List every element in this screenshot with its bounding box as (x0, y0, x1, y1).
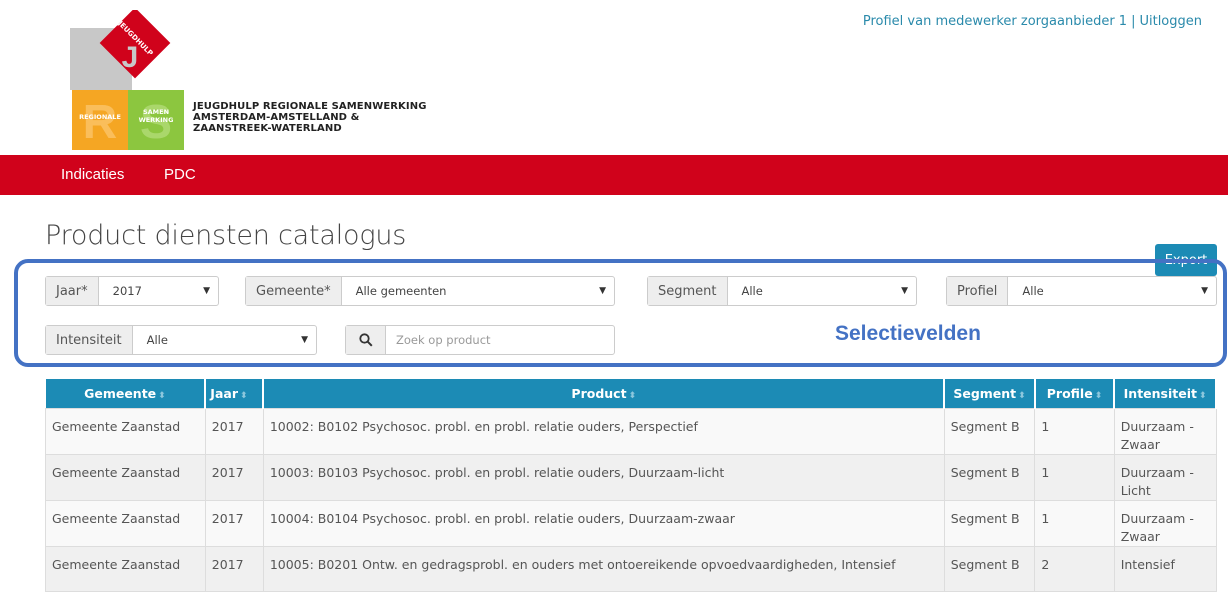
column-header-profile-label: Profile (1046, 385, 1093, 401)
cell-gemeente: Gemeente Zaanstad (45, 499, 206, 547)
table-header-row: Gemeente ⬍ Jaar ⬍ Product ⬍ Segment ⬍ Profil… (45, 379, 1217, 408)
cell-segment: Segment B (943, 545, 1036, 592)
logout-link[interactable]: Uitloggen (1139, 14, 1202, 29)
chevron-down-icon: ▼ (203, 286, 210, 296)
filter-intensiteit-value: Alle (146, 333, 168, 347)
cell-product: 10002: B0102 Psychosoc. probl. en probl.… (262, 407, 945, 455)
sort-icon: ⬍ (239, 390, 248, 401)
sort-icon: ⬍ (628, 390, 637, 401)
logo-letter-j: J (122, 41, 139, 74)
nav-separator: | (1131, 14, 1136, 29)
filter-jaar: Jaar* 2017 ▼ (45, 276, 219, 306)
logo-badge-right-text-2: WERKING (139, 116, 174, 124)
cell-profile: 1 (1034, 407, 1115, 455)
cell-profile: 1 (1034, 499, 1115, 547)
logo-text: JEUGDHULP REGIONALE SAMENWERKING AMSTERD… (193, 101, 427, 134)
cell-gemeente: Gemeente Zaanstad (45, 545, 206, 592)
user-nav: Profiel van medewerker zorgaanbieder 1 | U… (863, 14, 1202, 29)
filter-intensiteit: Intensiteit Alle ▼ (45, 325, 317, 355)
cell-segment: Segment B (943, 499, 1036, 547)
filter-intensiteit-label: Intensiteit (46, 326, 133, 354)
logo-text-line-3: ZAANSTREEK-WATERLAND (193, 123, 342, 134)
chevron-down-icon: ▼ (901, 286, 908, 296)
product-table: Gemeente ⬍ Jaar ⬍ Product ⬍ Segment ⬍ Profil… (45, 379, 1217, 592)
column-header-intensiteit[interactable]: Intensiteit ⬍ (1114, 379, 1217, 408)
search-input[interactable]: Zoek op product (386, 326, 614, 354)
column-header-gemeente[interactable]: Gemeente ⬍ (45, 379, 207, 408)
jrs-logo: JEUGDHULP J R S REGIONALE SAMEN WERKING (70, 10, 184, 150)
column-header-segment[interactable]: Segment ⬍ (944, 379, 1036, 408)
cell-intensiteit: Duurzaam - Licht (1113, 453, 1217, 501)
filter-jaar-select[interactable]: 2017 ▼ (99, 277, 218, 305)
column-header-intensiteit-label: Intensiteit (1123, 385, 1197, 401)
filter-segment-select[interactable]: Alle ▼ (728, 277, 917, 305)
nav-item-indicaties[interactable]: Indicaties (61, 166, 124, 183)
main-navbar: Indicaties PDC (0, 155, 1228, 195)
filter-gemeente-label: Gemeente* (246, 277, 342, 305)
logo-text-line-2: AMSTERDAM-AMSTELLAND & (193, 112, 360, 123)
cell-profile: 2 (1034, 545, 1115, 592)
sort-icon: ⬍ (1018, 390, 1026, 401)
page-title: Product diensten catalogus (45, 220, 407, 251)
cell-profile: 1 (1034, 453, 1115, 501)
nav-item-pdc[interactable]: PDC (164, 166, 196, 183)
filter-profiel: Profiel Alle ▼ (946, 276, 1217, 306)
table-row: Gemeente Zaanstad 2017 10004: B0104 Psyc… (45, 499, 1217, 547)
cell-jaar: 2017 (204, 453, 264, 501)
cell-gemeente: Gemeente Zaanstad (45, 453, 206, 501)
logo-text-line-1: JEUGDHULP REGIONALE SAMENWERKING (193, 101, 427, 112)
logo-badge-left-text: REGIONALE (79, 113, 121, 121)
column-header-jaar[interactable]: Jaar ⬍ (205, 379, 265, 408)
column-header-segment-label: Segment (953, 385, 1017, 401)
column-header-profile[interactable]: Profile ⬍ (1034, 379, 1116, 408)
filter-jaar-value: 2017 (112, 284, 142, 298)
cell-product: 10004: B0104 Psychosoc. probl. en probl.… (262, 499, 945, 547)
product-search: Zoek op product (345, 325, 615, 355)
profile-link[interactable]: Profiel van medewerker zorgaanbieder 1 (863, 14, 1127, 29)
table-row: Gemeente Zaanstad 2017 10005: B0201 Ontw… (45, 545, 1217, 592)
chevron-down-icon: ▼ (1201, 286, 1208, 296)
column-header-gemeente-label: Gemeente (84, 385, 157, 401)
cell-product: 10005: B0201 Ontw. en gedragsprobl. en o… (262, 545, 945, 592)
sort-icon: ⬍ (1198, 390, 1207, 401)
cell-intensiteit: Intensief (1113, 545, 1217, 592)
column-header-product-label: Product (571, 385, 627, 401)
filter-jaar-label: Jaar* (46, 277, 99, 305)
search-icon[interactable] (346, 326, 386, 354)
logo-letter-r: R (83, 96, 118, 149)
filter-gemeente-select[interactable]: Alle gemeenten ▼ (342, 277, 614, 305)
sort-icon: ⬍ (1094, 390, 1103, 401)
chevron-down-icon: ▼ (599, 286, 606, 296)
cell-segment: Segment B (943, 453, 1036, 501)
filter-intensiteit-select[interactable]: Alle ▼ (133, 326, 316, 354)
cell-product: 10003: B0103 Psychosoc. probl. en probl.… (262, 453, 945, 501)
filter-segment: Segment Alle ▼ (647, 276, 917, 306)
cell-jaar: 2017 (204, 407, 264, 455)
cell-intensiteit: Duurzaam - Zwaar (1113, 407, 1217, 455)
cell-segment: Segment B (943, 407, 1036, 455)
filter-profiel-value: Alle (1022, 284, 1044, 298)
cell-jaar: 2017 (204, 545, 264, 592)
column-header-product[interactable]: Product ⬍ (263, 379, 946, 408)
filter-gemeente-value: Alle gemeenten (355, 284, 447, 298)
column-header-jaar-label: Jaar (210, 385, 238, 401)
cell-gemeente: Gemeente Zaanstad (45, 407, 206, 455)
filter-profiel-label: Profiel (947, 277, 1009, 305)
cell-intensiteit: Duurzaam - Zwaar (1113, 499, 1217, 547)
filter-profiel-select[interactable]: Alle ▼ (1008, 277, 1216, 305)
table-row: Gemeente Zaanstad 2017 10002: B0102 Psyc… (45, 407, 1217, 455)
selection-fields-annotation: Selectievelden (835, 322, 981, 345)
sort-icon: ⬍ (158, 390, 166, 401)
logo-badge-right-text-1: SAMEN (143, 108, 169, 116)
cell-jaar: 2017 (204, 499, 264, 547)
filter-segment-value: Alle (741, 284, 763, 298)
table-row: Gemeente Zaanstad 2017 10003: B0103 Psyc… (45, 453, 1217, 501)
filter-gemeente: Gemeente* Alle gemeenten ▼ (245, 276, 615, 306)
filter-segment-label: Segment (648, 277, 728, 305)
chevron-down-icon: ▼ (301, 335, 308, 345)
